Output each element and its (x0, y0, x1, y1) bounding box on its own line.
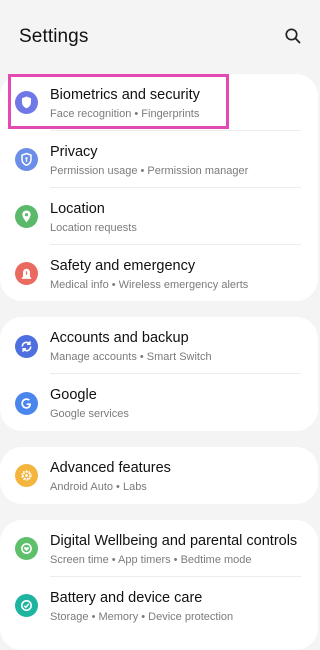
settings-group-advanced: Advanced features Android Auto • Labs (0, 447, 318, 504)
settings-item-label: Safety and emergency (50, 258, 196, 274)
settings-item-subtitle: Location requests (50, 222, 137, 234)
settings-item-subtitle: Manage accounts • Smart Switch (50, 351, 212, 363)
sync-icon (15, 335, 38, 358)
settings-item-location[interactable]: Location Location requests (0, 188, 318, 245)
settings-item-battery-device-care[interactable]: Battery and device care Storage • Memory… (0, 577, 318, 634)
settings-item-subtitle: Storage • Memory • Device protection (50, 611, 234, 623)
wellbeing-icon (15, 537, 38, 560)
settings-item-label: Digital Wellbeing and parental controls (50, 533, 298, 549)
settings-group-wellbeing: Digital Wellbeing and parental controls … (0, 520, 318, 650)
app-header: Settings (0, 0, 318, 72)
device-care-icon (15, 594, 38, 617)
google-icon (15, 392, 38, 415)
settings-item-google[interactable]: Google Google services (0, 374, 318, 431)
settings-item-safety[interactable]: Safety and emergency Medical info • Wire… (0, 245, 318, 302)
settings-group-accounts: Accounts and backup Manage accounts • Sm… (0, 317, 318, 431)
settings-item-advanced-features[interactable]: Advanced features Android Auto • Labs (0, 447, 318, 504)
settings-item-label: Accounts and backup (50, 330, 189, 346)
settings-item-subtitle: Medical info • Wireless emergency alerts (50, 279, 249, 291)
settings-item-accounts[interactable]: Accounts and backup Manage accounts • Sm… (0, 317, 318, 374)
settings-item-subtitle: Permission usage • Permission manager (50, 165, 249, 177)
settings-item-label: Battery and device care (50, 590, 203, 606)
settings-item-subtitle: Android Auto • Labs (50, 481, 147, 493)
settings-item-digital-wellbeing[interactable]: Digital Wellbeing and parental controls … (0, 520, 318, 577)
settings-item-subtitle: Screen time • App timers • Bedtime mode (50, 554, 252, 566)
location-pin-icon (15, 205, 38, 228)
gear-plus-icon (15, 464, 38, 487)
settings-item-label: Location (50, 201, 105, 217)
highlight-box (8, 74, 229, 129)
settings-item-subtitle: Google services (50, 408, 129, 420)
settings-item-privacy[interactable]: Privacy Permission usage • Permission ma… (0, 131, 318, 188)
settings-item-label: Advanced features (50, 460, 171, 476)
page-title: Settings (19, 26, 89, 47)
settings-item-label: Privacy (50, 144, 98, 160)
privacy-shield-icon (15, 148, 38, 171)
emergency-icon (15, 262, 38, 285)
search-icon[interactable] (284, 27, 302, 45)
settings-item-label: Google (50, 387, 97, 403)
